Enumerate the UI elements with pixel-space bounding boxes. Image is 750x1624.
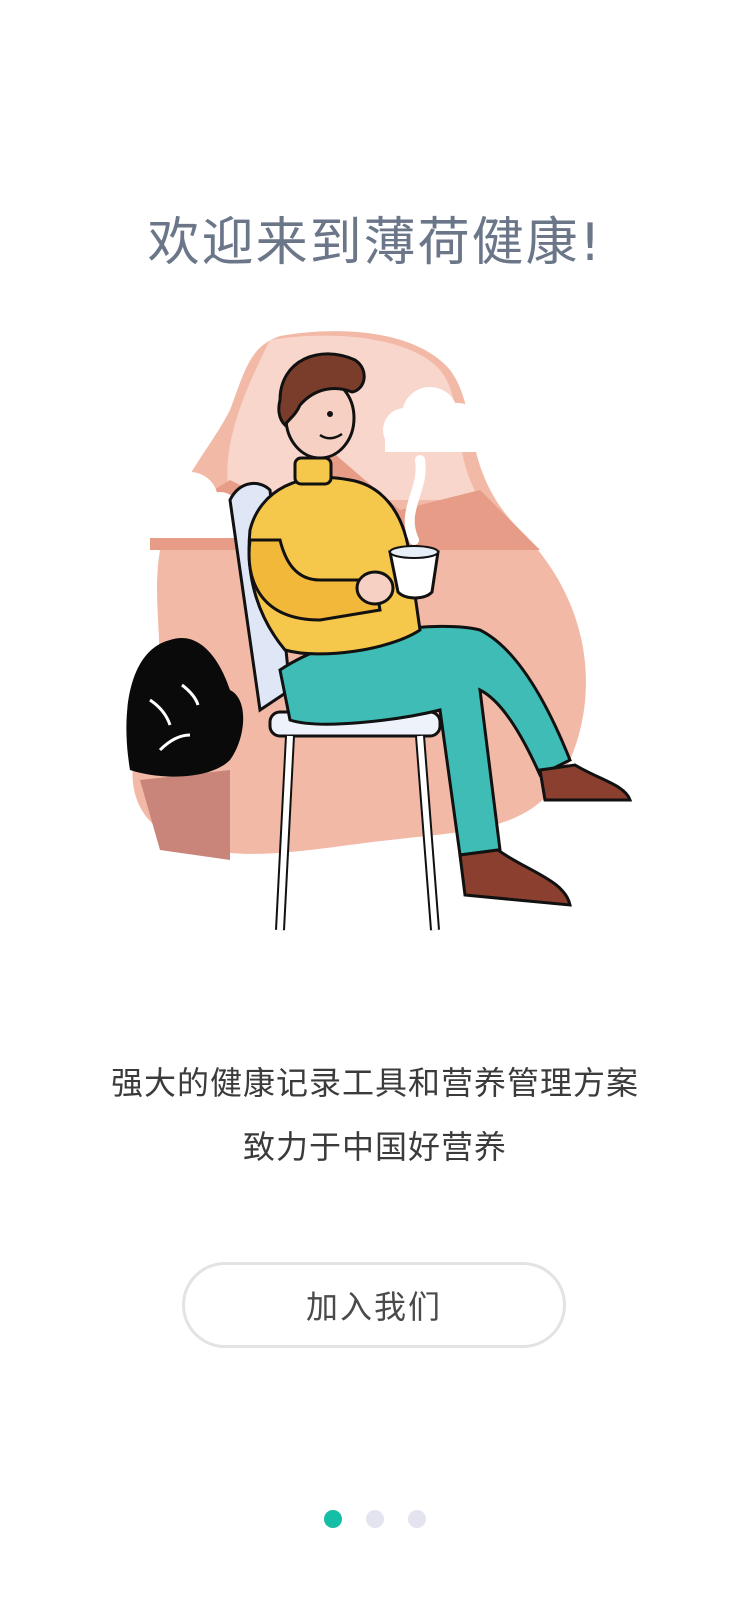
page-dot-3[interactable] xyxy=(408,1510,426,1528)
neck xyxy=(293,456,333,486)
page-indicator xyxy=(0,1510,750,1528)
description-line-1: 强大的健康记录工具和营养管理方案 xyxy=(110,1064,639,1102)
floor-shade xyxy=(140,770,230,860)
page-title: 欢迎来到薄荷健康! xyxy=(147,213,603,273)
page-dot-1[interactable] xyxy=(324,1510,342,1528)
description-line-2: 致力于中国好营养 xyxy=(242,1128,507,1166)
join-us-button[interactable]: 加入我们 xyxy=(182,1262,566,1348)
man-sitting-with-coffee-illustration xyxy=(126,331,633,931)
shoe-right xyxy=(538,763,633,802)
shoe-left xyxy=(458,848,572,907)
page-dot-2[interactable] xyxy=(366,1510,384,1528)
hand xyxy=(355,570,395,606)
